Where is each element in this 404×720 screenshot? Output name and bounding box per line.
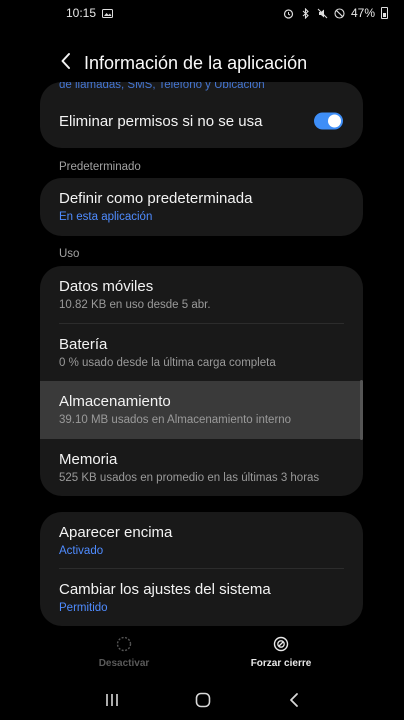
gallery-notification-icon bbox=[102, 8, 114, 19]
recent-apps-button[interactable] bbox=[92, 687, 132, 717]
bottom-actions: Desactivar Forzar cierre bbox=[0, 636, 404, 678]
back-arrow-icon bbox=[60, 52, 72, 75]
change-system-settings-subtitle: Permitido bbox=[59, 601, 108, 614]
bluetooth-icon bbox=[300, 7, 311, 19]
force-stop-label: Forzar cierre bbox=[250, 658, 312, 669]
battery-subtitle: 0 % usado desde la última carga completa bbox=[59, 356, 276, 369]
back-nav-icon bbox=[289, 692, 299, 713]
mobile-data-title: Datos móviles bbox=[59, 278, 154, 295]
mobile-data-row[interactable]: Datos móviles 10.82 KB en uso desde 5 ab… bbox=[40, 266, 363, 324]
recent-apps-icon bbox=[105, 693, 119, 712]
storage-subtitle: 39.10 MB usados en Almacenamiento intern… bbox=[59, 414, 292, 426]
battery-percentage: 47% bbox=[350, 6, 375, 20]
change-system-settings-title: Cambiar los ajustes del sistema bbox=[59, 580, 271, 598]
appear-on-top-title: Aparecer encima bbox=[59, 523, 173, 541]
scrollbar[interactable] bbox=[360, 380, 363, 440]
page-title: Información de la aplicación bbox=[84, 52, 308, 73]
status-bar: 10:15 47% bbox=[0, 0, 404, 26]
storage-title: Almacenamiento bbox=[59, 393, 171, 410]
memory-subtitle: 525 KB usados en promedio en las últimas… bbox=[59, 471, 320, 484]
alarm-icon bbox=[283, 8, 294, 19]
set-default-subtitle: En esta aplicación bbox=[59, 211, 153, 223]
force-stop-icon bbox=[273, 636, 289, 652]
system-nav-bar bbox=[0, 684, 404, 720]
home-icon bbox=[195, 692, 211, 713]
mobile-data-subtitle: 10.82 KB en uso desde 5 abr. bbox=[59, 299, 211, 311]
appear-on-top-subtitle: Activado bbox=[59, 544, 104, 557]
battery-title: Batería bbox=[59, 335, 108, 353]
clipped-permissions-text: de llamadas, SMS, Teléfono y Ubicación bbox=[59, 82, 265, 91]
usage-card: Datos móviles 10.82 KB en uso desde 5 ab… bbox=[40, 266, 363, 496]
disable-label: Desactivar bbox=[98, 658, 150, 669]
remove-permissions-row[interactable]: Eliminar permisos si no se usa bbox=[40, 99, 363, 143]
status-left: 10:15 bbox=[66, 6, 114, 20]
default-card: Definir como predeterminada En esta apli… bbox=[40, 178, 363, 236]
appear-on-top-row[interactable]: Aparecer encima Activado bbox=[40, 512, 363, 569]
memory-title: Memoria bbox=[59, 450, 118, 468]
memory-row[interactable]: Memoria 525 KB usados en promedio en las… bbox=[40, 439, 363, 496]
home-button[interactable] bbox=[183, 687, 223, 717]
back-nav-button[interactable] bbox=[274, 687, 314, 717]
battery-row[interactable]: Batería 0 % usado desde la última carga … bbox=[40, 324, 363, 381]
status-time: 10:15 bbox=[66, 6, 97, 20]
app-header: Información de la aplicación bbox=[0, 44, 404, 82]
mute-icon bbox=[317, 8, 328, 19]
do-not-disturb-icon bbox=[334, 7, 345, 19]
disable-icon bbox=[116, 636, 132, 652]
section-default-label: Predeterminado bbox=[59, 161, 141, 173]
change-system-settings-row[interactable]: Cambiar los ajustes del sistema Permitid… bbox=[40, 569, 363, 626]
remove-permissions-toggle[interactable] bbox=[314, 112, 343, 130]
disable-button[interactable]: Desactivar bbox=[96, 636, 152, 669]
set-default-title: Definir como predeterminada bbox=[59, 190, 253, 207]
battery-icon bbox=[381, 7, 388, 19]
special-permissions-card: Aparecer encima Activado Cambiar los aju… bbox=[40, 512, 363, 626]
force-stop-button[interactable]: Forzar cierre bbox=[248, 636, 314, 669]
section-usage-label: Uso bbox=[59, 248, 80, 260]
permissions-card: de llamadas, SMS, Teléfono y Ubicación E… bbox=[40, 82, 363, 148]
set-default-row[interactable]: Definir como predeterminada En esta apli… bbox=[40, 178, 363, 236]
storage-row[interactable]: Almacenamiento 39.10 MB usados en Almace… bbox=[40, 381, 363, 439]
back-button[interactable] bbox=[52, 44, 80, 82]
status-right: 47% bbox=[283, 6, 388, 20]
remove-permissions-label: Eliminar permisos si no se usa bbox=[59, 112, 263, 130]
